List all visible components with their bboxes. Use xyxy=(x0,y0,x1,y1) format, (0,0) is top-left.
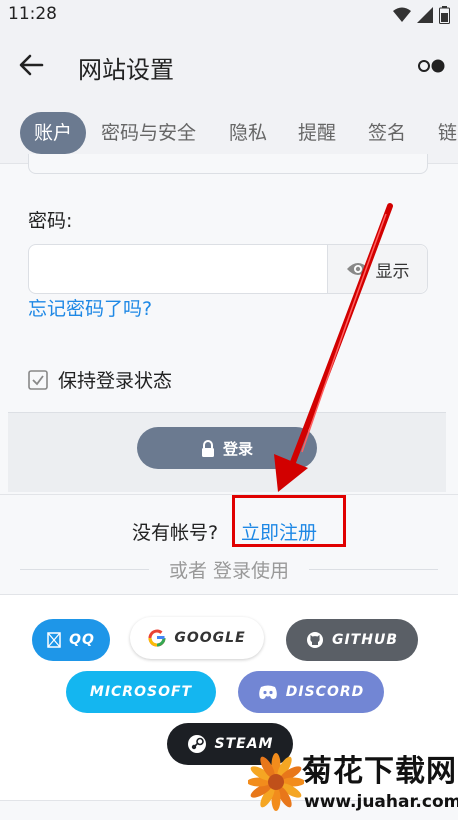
password-field: 显示 xyxy=(28,244,428,294)
login-button-label: 登录 xyxy=(222,439,253,458)
discord-icon xyxy=(258,685,277,699)
signal-icon xyxy=(417,7,433,23)
discord-login-button[interactable]: DISCORD xyxy=(238,671,384,713)
checkbox-icon xyxy=(28,369,48,390)
back-arrow-icon[interactable] xyxy=(16,50,46,80)
qq-login-button[interactable]: QQ xyxy=(32,619,110,661)
qq-label: QQ xyxy=(69,632,95,648)
discord-label: DISCORD xyxy=(285,684,365,700)
app-bar: 网站设置 xyxy=(0,30,458,102)
page-title: 网站设置 xyxy=(78,56,174,84)
chrysanthemum-logo-icon xyxy=(248,753,304,811)
steam-icon xyxy=(187,735,206,753)
login-button[interactable]: 登录 xyxy=(137,427,317,469)
show-password-button[interactable]: 显示 xyxy=(327,245,427,293)
tab-link[interactable]: 链 xyxy=(438,112,457,154)
password-label: 密码: xyxy=(28,210,73,232)
lock-icon xyxy=(201,439,214,457)
github-label: GITHUB xyxy=(331,632,398,648)
google-label: GOOGLE xyxy=(174,630,246,646)
github-login-button[interactable]: GITHUB xyxy=(286,619,418,661)
show-password-label: 显示 xyxy=(375,261,410,282)
toggle-dots-icon[interactable] xyxy=(416,56,446,76)
microsoft-login-button[interactable]: MICROSOFT xyxy=(66,671,216,713)
divider-line-right xyxy=(309,568,439,570)
google-login-button[interactable]: GOOGLE xyxy=(130,617,264,659)
watermark-title: 菊花下载网 xyxy=(302,754,457,789)
github-icon xyxy=(306,632,323,648)
eye-icon xyxy=(346,263,369,275)
battery-icon xyxy=(439,6,450,24)
or-login-with-text: 或者 登录使用 xyxy=(168,559,290,582)
password-input[interactable] xyxy=(29,245,327,293)
microsoft-label: MICROSOFT xyxy=(89,684,193,700)
status-icons xyxy=(393,6,450,24)
tab-signature[interactable]: 签名 xyxy=(368,112,406,154)
google-icon xyxy=(148,629,166,647)
watermark: 菊花下载网 www.juahar.com xyxy=(248,744,458,820)
highlight-box xyxy=(232,495,346,547)
forgot-password-link[interactable]: 忘记密码了吗? xyxy=(28,294,152,321)
tab-password-security[interactable]: 密码与安全 xyxy=(101,112,196,154)
status-bar: 11:28 xyxy=(0,0,458,30)
status-time: 11:28 xyxy=(8,4,57,24)
tab-account[interactable]: 账户 xyxy=(20,112,87,154)
wifi-icon xyxy=(393,7,411,22)
watermark-url: www.juahar.com xyxy=(304,792,458,812)
login-button-area: 登录 xyxy=(8,412,446,492)
or-divider: 或者 登录使用 xyxy=(20,557,439,582)
divider-line-left xyxy=(20,568,149,570)
keep-logged-in-label: 保持登录状态 xyxy=(58,370,173,392)
no-account-text: 没有帐号? xyxy=(132,522,219,544)
register-section: 没有帐号? 立即注册 或者 登录使用 xyxy=(0,494,458,594)
qq-icon xyxy=(47,632,61,648)
tab-reminders[interactable]: 提醒 xyxy=(298,112,336,154)
tab-privacy[interactable]: 隐私 xyxy=(229,112,267,154)
username-field-bottom[interactable] xyxy=(28,154,428,174)
login-form: 密码: 显示 忘记密码了吗? 保持登录状态 登录 xyxy=(0,154,458,494)
keep-logged-in-checkbox[interactable]: 保持登录状态 xyxy=(28,366,172,393)
